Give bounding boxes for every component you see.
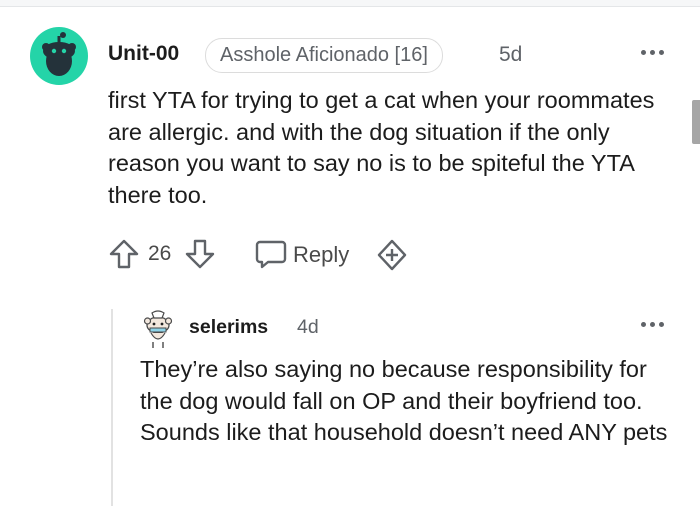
- vote-count: 26: [148, 242, 172, 265]
- more-options-icon[interactable]: [641, 50, 664, 55]
- award-plus-icon[interactable]: [375, 238, 409, 272]
- reply-button[interactable]: Reply: [293, 242, 349, 268]
- comment-username[interactable]: Unit-00: [108, 42, 179, 66]
- reply-bubble-icon[interactable]: [254, 238, 288, 270]
- reply-age: 4d: [297, 316, 319, 338]
- comment-body: first YTA for trying to get a cat when y…: [108, 87, 655, 208]
- top-divider: [0, 0, 700, 7]
- downvote-icon[interactable]: [184, 238, 216, 270]
- reply-body: They’re also saying no because responsib…: [140, 356, 668, 445]
- reply-username[interactable]: selerims: [189, 316, 268, 339]
- reply-user-avatar[interactable]: [140, 309, 176, 349]
- upvote-icon[interactable]: [108, 238, 140, 270]
- comment-age: 5d: [499, 43, 523, 66]
- thread-line[interactable]: [111, 309, 113, 506]
- user-flair: Asshole Aficionado [16]: [205, 38, 443, 73]
- user-avatar[interactable]: [30, 27, 88, 85]
- scrollbar-thumb[interactable]: [692, 100, 700, 144]
- snoo-avatar-icon: [143, 310, 173, 348]
- more-options-icon[interactable]: [641, 322, 664, 327]
